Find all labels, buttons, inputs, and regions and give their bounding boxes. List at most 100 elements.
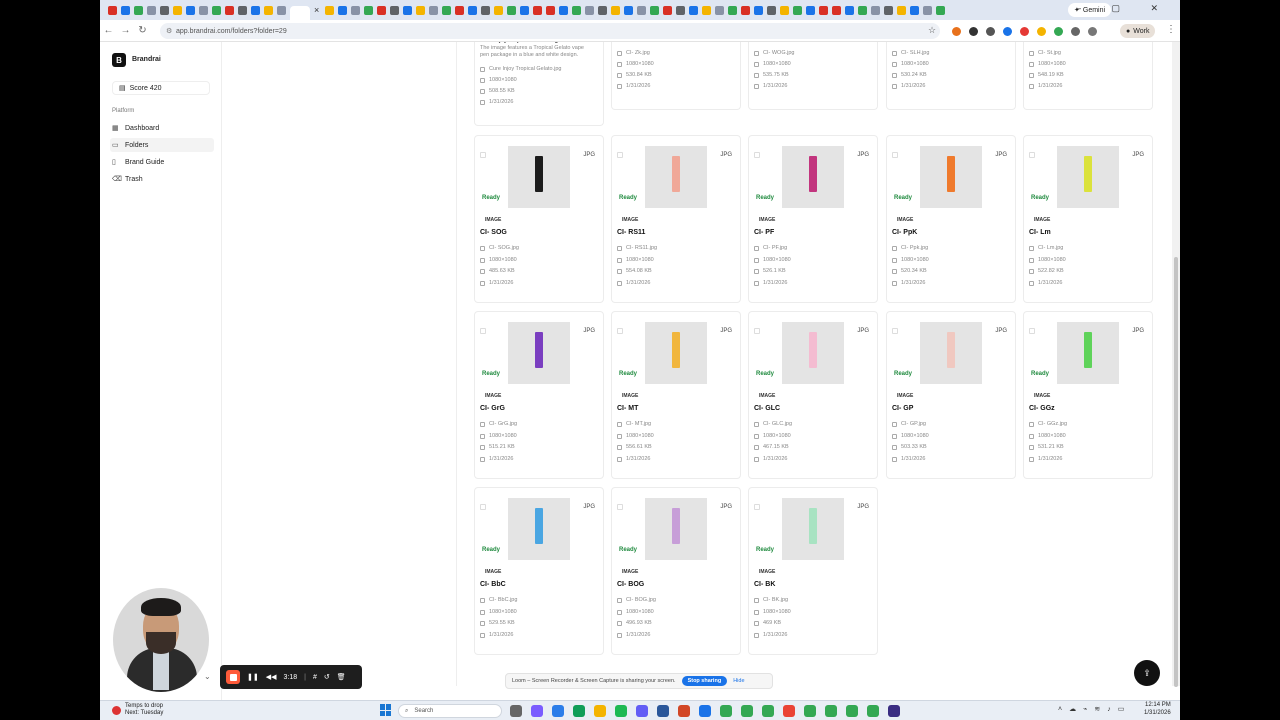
browser-tab[interactable] xyxy=(468,5,478,15)
browser-tab[interactable] xyxy=(134,5,143,15)
select-checkbox[interactable] xyxy=(617,504,623,510)
select-checkbox[interactable] xyxy=(892,328,898,334)
taskview-icon[interactable] xyxy=(510,705,522,717)
pause-icon[interactable]: ❚❚ xyxy=(247,673,259,681)
browser-tab-active[interactable] xyxy=(290,6,310,20)
browser-tab[interactable] xyxy=(147,5,156,15)
asset-card[interactable]: JPG Ready IMAGE CI- BK CI- BK.jpg 1080×1080 46… xyxy=(748,487,878,655)
page-scrollbar[interactable] xyxy=(1172,42,1180,687)
asset-thumbnail[interactable] xyxy=(645,498,707,560)
brand-logo[interactable]: B xyxy=(112,53,126,67)
close-icon[interactable]: × xyxy=(314,5,319,15)
asset-card[interactable]: Cure Injoy Tropical Gelato LighterThe im… xyxy=(474,42,604,126)
asset-card[interactable]: JPG Ready IMAGE CI- PpK CI- Ppk.jpg 1080×1080… xyxy=(886,135,1016,303)
spotify-icon[interactable] xyxy=(615,705,627,717)
asset-card[interactable]: JPG Ready IMAGE CI- GP CI- GP.jpg 1080×1080 50… xyxy=(886,311,1016,479)
chevron-down-icon[interactable]: ⌄ xyxy=(204,672,211,681)
asset-card[interactable]: JPG Ready IMAGE CI- GGz CI- GGz.jpg 1080×1080… xyxy=(1023,311,1153,479)
puzzle-icon[interactable] xyxy=(1071,27,1080,36)
browser-tab[interactable] xyxy=(494,5,504,15)
app-icon[interactable] xyxy=(552,705,564,717)
loom-icon[interactable] xyxy=(636,705,648,717)
select-checkbox[interactable] xyxy=(754,328,760,334)
browser-tab[interactable] xyxy=(251,5,260,15)
asset-thumbnail[interactable] xyxy=(920,322,982,384)
asset-thumbnail[interactable] xyxy=(920,146,982,208)
asset-thumbnail[interactable] xyxy=(782,146,844,208)
browser-tab[interactable] xyxy=(624,5,634,15)
wifi-icon[interactable]: ≋ xyxy=(1094,705,1100,713)
app-icon[interactable] xyxy=(531,705,543,717)
chrome-icon[interactable] xyxy=(783,705,795,717)
browser-tab[interactable] xyxy=(663,5,673,15)
volume-icon[interactable]: ♪ xyxy=(1107,706,1111,713)
extension-icon[interactable] xyxy=(986,27,995,36)
profile-chip[interactable]: ● Work xyxy=(1120,24,1156,38)
asset-card[interactable]: JPG Ready IMAGE CI- BbC CI- BbC.jpg 1080×1080… xyxy=(474,487,604,655)
browser-tab[interactable] xyxy=(780,5,790,15)
browser-tab[interactable] xyxy=(923,5,933,15)
rewind-icon[interactable]: ◀◀ xyxy=(266,673,277,681)
browser-tab[interactable] xyxy=(108,5,117,15)
browser-tab[interactable] xyxy=(871,5,881,15)
browser-tab[interactable] xyxy=(741,5,751,15)
browser-tab[interactable] xyxy=(186,5,195,15)
select-checkbox[interactable] xyxy=(617,328,623,334)
site-info-icon[interactable]: ⚙ xyxy=(166,27,172,35)
browser-tab[interactable] xyxy=(455,5,465,15)
browser-tab[interactable] xyxy=(559,5,569,15)
select-checkbox[interactable] xyxy=(480,152,486,158)
browser-tab[interactable] xyxy=(160,5,169,15)
webcam-bubble[interactable] xyxy=(113,588,209,692)
browser-tab[interactable] xyxy=(546,5,556,15)
network-icon[interactable]: ⌁ xyxy=(1083,705,1087,713)
browser-tab[interactable] xyxy=(715,5,725,15)
browser-tab[interactable] xyxy=(832,5,842,15)
chrome-icon[interactable] xyxy=(762,705,774,717)
sidebar-item-brand-guide[interactable]: ▯ Brand Guide xyxy=(110,155,214,169)
chrome-icon[interactable] xyxy=(867,705,879,717)
browser-tab[interactable] xyxy=(572,5,582,15)
edge-icon[interactable] xyxy=(573,705,585,717)
select-checkbox[interactable] xyxy=(754,504,760,510)
extension-icon[interactable] xyxy=(1003,27,1012,36)
asset-card[interactable]: JPG Ready IMAGE CI- GLC CI- GLC.jpg 1080×1080… xyxy=(748,311,878,479)
asset-thumbnail[interactable] xyxy=(508,146,570,208)
chrome-icon[interactable] xyxy=(804,705,816,717)
browser-tab[interactable] xyxy=(936,5,946,15)
asset-card[interactable]: CI- WOG CI- WOG.jpg 1080×1080 535.75 KB 1/31… xyxy=(748,42,878,110)
browser-tab[interactable] xyxy=(637,5,647,15)
chrome-icon[interactable] xyxy=(825,705,837,717)
chrome-icon[interactable] xyxy=(741,705,753,717)
browser-tab[interactable] xyxy=(507,5,517,15)
chrome-icon[interactable] xyxy=(846,705,858,717)
browser-tab[interactable] xyxy=(676,5,686,15)
asset-thumbnail[interactable] xyxy=(645,322,707,384)
browser-tab[interactable] xyxy=(277,5,286,15)
browser-tab[interactable] xyxy=(238,5,247,15)
scrollbar-thumb[interactable] xyxy=(1174,257,1178,687)
clock[interactable]: 12:14 PM 1/31/2026 xyxy=(1144,702,1171,717)
sidepanel-icon[interactable] xyxy=(1088,27,1097,36)
sidebar-item-dashboard[interactable]: ▦ Dashboard xyxy=(110,121,214,135)
browser-tab[interactable] xyxy=(702,5,712,15)
select-checkbox[interactable] xyxy=(480,328,486,334)
url-field[interactable]: ⚙ app.brandrai.com/folders?folder=29 xyxy=(160,23,940,39)
sidebar-item-folders[interactable]: ▭ Folders xyxy=(110,138,214,152)
asset-card[interactable]: JPG Ready IMAGE CI- GrG CI- GrG.jpg 1080×1080… xyxy=(474,311,604,479)
taskbar-search[interactable]: ⌕ Search xyxy=(398,704,502,718)
asset-card[interactable]: CI- SLH CI- SLH.jpg 1080×1080 530.24 KB 1/31… xyxy=(886,42,1016,110)
chevron-up-icon[interactable]: ˄ xyxy=(1058,706,1062,713)
browser-tab[interactable] xyxy=(845,5,855,15)
select-checkbox[interactable] xyxy=(480,504,486,510)
browser-tab[interactable] xyxy=(325,5,335,15)
forward-icon[interactable]: → xyxy=(117,25,134,36)
browser-tab[interactable] xyxy=(650,5,660,15)
browser-tab[interactable] xyxy=(225,5,234,15)
sidebar-item-trash[interactable]: ⌫ Trash xyxy=(110,172,214,186)
stop-recording-button[interactable] xyxy=(226,670,240,684)
asset-thumbnail[interactable] xyxy=(1057,146,1119,208)
browser-tab[interactable] xyxy=(264,5,273,15)
pdf-icon[interactable] xyxy=(678,705,690,717)
browser-tab[interactable] xyxy=(533,5,543,15)
